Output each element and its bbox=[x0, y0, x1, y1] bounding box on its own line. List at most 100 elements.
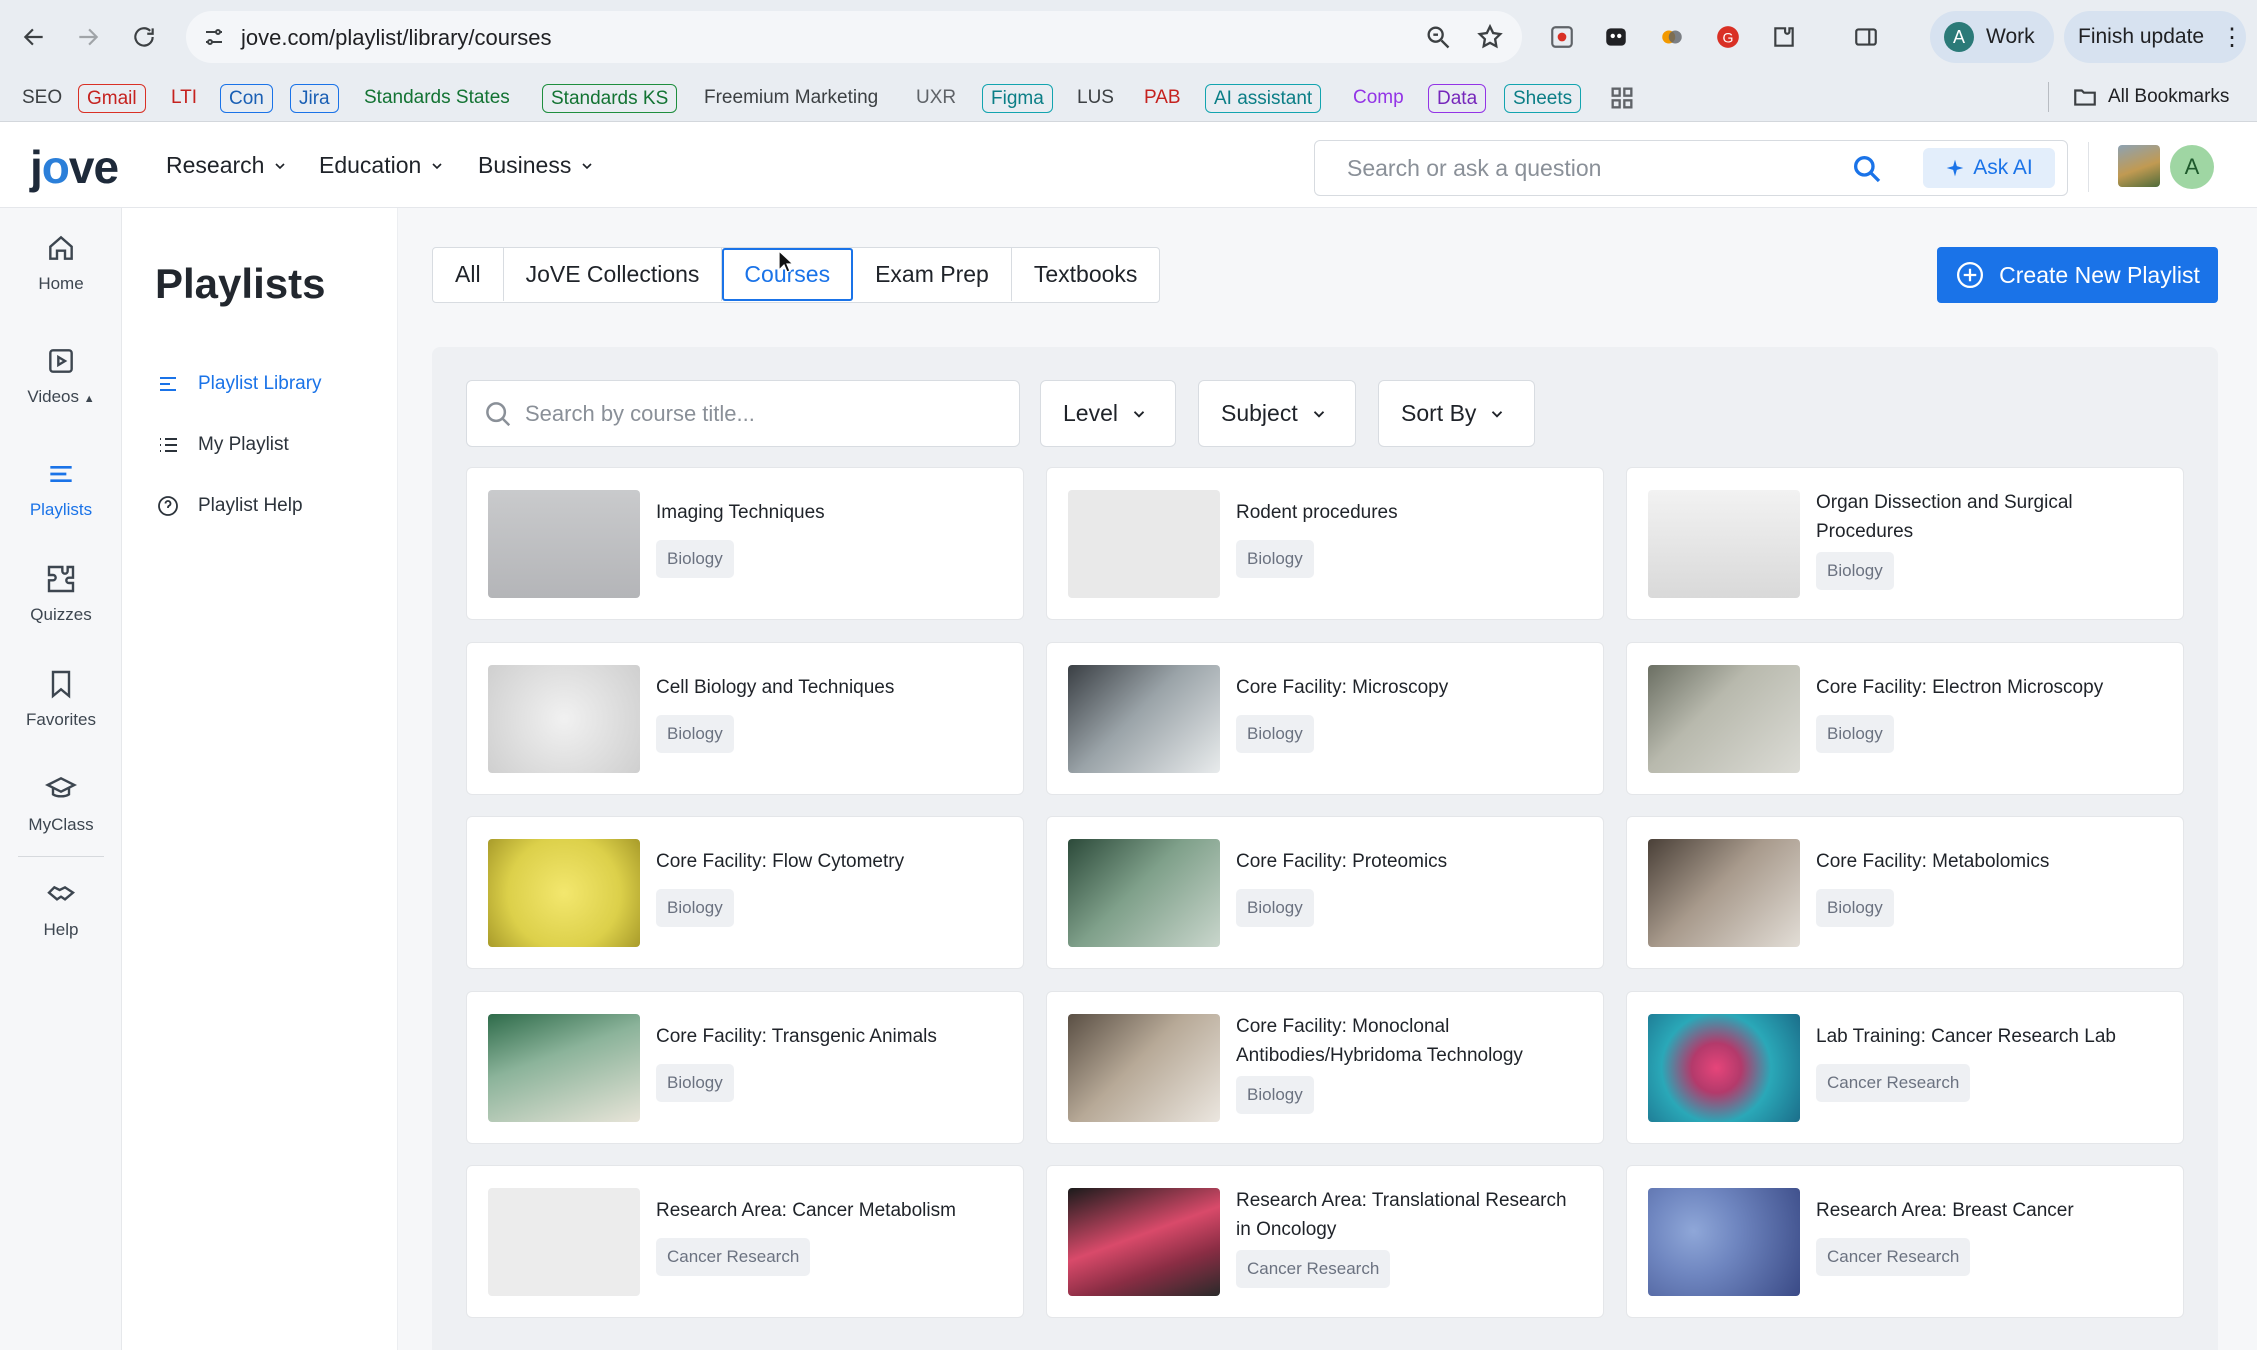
course-card[interactable]: Cell Biology and Techniques Biology bbox=[466, 642, 1024, 795]
course-thumbnail bbox=[1648, 490, 1800, 598]
course-card[interactable]: Core Facility: Microscopy Biology bbox=[1046, 642, 1604, 795]
url-text[interactable]: jove.com/playlist/library/courses bbox=[241, 25, 552, 51]
site-settings-icon[interactable] bbox=[198, 21, 230, 53]
extensions-puzzle-icon[interactable] bbox=[1768, 21, 1800, 53]
course-card[interactable]: Core Facility: Metabolomics Biology bbox=[1626, 816, 2184, 969]
bookmark-standards-ks[interactable]: Standards KS bbox=[542, 84, 678, 113]
rail-item-videos[interactable]: Videos ▲ bbox=[0, 345, 122, 407]
nav-education[interactable]: Education bbox=[319, 152, 445, 179]
course-card[interactable]: Research Area: Breast Cancer Cancer Resea… bbox=[1626, 1165, 2184, 1318]
sidebar-item-my-playlist[interactable]: My Playlist bbox=[156, 433, 289, 457]
star-icon[interactable] bbox=[1476, 23, 1504, 51]
bookmark-jira[interactable]: Jira bbox=[290, 84, 339, 113]
jove-logo[interactable]: jove bbox=[30, 140, 119, 194]
screen-capture-extension-icon[interactable] bbox=[1546, 21, 1578, 53]
course-title[interactable]: Core Facility: Transgenic Animals bbox=[656, 1022, 1006, 1051]
course-title[interactable]: Research Area: Translational Research in… bbox=[1236, 1186, 1586, 1244]
level-dropdown[interactable]: Level bbox=[1040, 380, 1176, 447]
subject-dropdown[interactable]: Subject bbox=[1198, 380, 1356, 447]
course-title[interactable]: Research Area: Breast Cancer bbox=[1816, 1196, 2166, 1225]
course-card[interactable]: Core Facility: Proteomics Biology bbox=[1046, 816, 1604, 969]
tab-exam-prep[interactable]: Exam Prep bbox=[853, 248, 1012, 301]
rail-item-help[interactable]: Help bbox=[0, 878, 122, 940]
course-title[interactable]: Core Facility: Flow Cytometry bbox=[656, 847, 1006, 876]
side-panel-icon[interactable] bbox=[1850, 21, 1882, 53]
course-title[interactable]: Core Facility: Proteomics bbox=[1236, 847, 1586, 876]
search-icon[interactable] bbox=[1851, 153, 1883, 185]
back-arrow-icon[interactable] bbox=[14, 17, 54, 57]
apps-grid-icon[interactable] bbox=[1608, 84, 1636, 112]
course-card[interactable]: Core Facility: Monoclonal Antibodies/Hyb… bbox=[1046, 991, 1604, 1144]
profile-button[interactable]: A Work bbox=[1930, 11, 2054, 63]
course-card[interactable]: Research Area: Translational Research in… bbox=[1046, 1165, 1604, 1318]
ask-ai-button[interactable]: Ask AI bbox=[1923, 148, 2055, 188]
course-title[interactable]: Rodent procedures bbox=[1236, 498, 1586, 527]
bookmark-lti[interactable]: LTI bbox=[163, 84, 205, 113]
course-card[interactable]: Organ Dissection and Surgical Procedures… bbox=[1626, 467, 2184, 620]
institution-thumbnail[interactable] bbox=[2118, 145, 2160, 187]
zoom-icon[interactable] bbox=[1424, 23, 1452, 51]
site-search-input[interactable] bbox=[1347, 153, 1847, 183]
course-card[interactable]: Rodent procedures Biology bbox=[1046, 467, 1604, 620]
nav-business[interactable]: Business bbox=[478, 152, 595, 179]
course-thumbnail bbox=[488, 665, 640, 773]
course-title[interactable]: Core Facility: Microscopy bbox=[1236, 673, 1586, 702]
sidebar-item-playlist-help[interactable]: Playlist Help bbox=[156, 494, 303, 518]
ghost-extension-icon[interactable] bbox=[1600, 21, 1632, 53]
tab-textbooks[interactable]: Textbooks bbox=[1012, 248, 1160, 301]
course-card[interactable]: Research Area: Cancer Metabolism Cancer R… bbox=[466, 1165, 1024, 1318]
course-card[interactable]: Core Facility: Transgenic Animals Biology bbox=[466, 991, 1024, 1144]
bookmark-gmail[interactable]: Gmail bbox=[78, 84, 146, 113]
bookmark-data[interactable]: Data bbox=[1428, 84, 1487, 113]
course-title[interactable]: Research Area: Cancer Metabolism bbox=[656, 1196, 1006, 1225]
rail-item-myclass[interactable]: MyClass bbox=[0, 773, 122, 835]
video-icon bbox=[49, 349, 73, 373]
course-card[interactable]: Core Facility: Electron Microscopy Biolog… bbox=[1626, 642, 2184, 795]
course-title[interactable]: Core Facility: Metabolomics bbox=[1816, 847, 2166, 876]
create-new-playlist-button[interactable]: Create New Playlist bbox=[1937, 247, 2218, 303]
mouse-cursor-icon bbox=[778, 250, 794, 273]
subject-badge: Biology bbox=[1236, 715, 1314, 753]
user-avatar[interactable]: A bbox=[2170, 145, 2214, 189]
bookmark-freemium-marketing[interactable]: Freemium Marketing bbox=[696, 84, 886, 113]
bookmark-con[interactable]: Con bbox=[220, 84, 273, 113]
course-search-input[interactable] bbox=[525, 399, 995, 429]
course-card[interactable]: Core Facility: Flow Cytometry Biology bbox=[466, 816, 1024, 969]
bookmark-figma[interactable]: Figma bbox=[982, 84, 1053, 113]
bookmark-uxr[interactable]: UXR bbox=[908, 84, 964, 113]
all-bookmarks-button[interactable]: All Bookmarks bbox=[2072, 84, 2229, 110]
nav-research[interactable]: Research bbox=[166, 152, 288, 179]
bookmark-sheets[interactable]: Sheets bbox=[1504, 84, 1582, 113]
course-title[interactable]: Organ Dissection and Surgical Procedures bbox=[1816, 488, 2166, 546]
course-card[interactable]: Imaging Techniques Biology bbox=[466, 467, 1024, 620]
course-title[interactable]: Lab Training: Cancer Research Lab bbox=[1816, 1022, 2166, 1051]
rail-item-home[interactable]: Home bbox=[0, 232, 122, 294]
bookmark-lus[interactable]: LUS bbox=[1069, 84, 1122, 113]
course-title[interactable]: Cell Biology and Techniques bbox=[656, 673, 1006, 702]
more-menu-icon[interactable]: ⋮ bbox=[2220, 23, 2244, 52]
sidebar-item-playlist-library[interactable]: Playlist Library bbox=[156, 372, 322, 396]
course-card[interactable]: Lab Training: Cancer Research Lab Cancer … bbox=[1626, 991, 2184, 1144]
color-extension-icon[interactable] bbox=[1656, 21, 1688, 53]
caret-icon: ▲ bbox=[83, 393, 95, 405]
bookmark-standards-states[interactable]: Standards States bbox=[356, 84, 518, 113]
course-title[interactable]: Core Facility: Monoclonal Antibodies/Hyb… bbox=[1236, 1012, 1586, 1070]
rail-item-favorites[interactable]: Favorites bbox=[0, 668, 122, 730]
forward-arrow-icon[interactable] bbox=[68, 17, 108, 57]
tab-all[interactable]: All bbox=[433, 248, 504, 301]
tab-jove-collections[interactable]: JoVE Collections bbox=[504, 248, 723, 301]
bookmark-seo[interactable]: SEO bbox=[14, 84, 70, 113]
grammarly-extension-icon[interactable]: G bbox=[1712, 21, 1744, 53]
address-bar[interactable]: jove.com/playlist/library/courses bbox=[186, 11, 1522, 63]
sort-by-dropdown[interactable]: Sort By bbox=[1378, 380, 1535, 447]
course-title[interactable]: Imaging Techniques bbox=[656, 498, 1006, 527]
rail-item-playlists[interactable]: Playlists bbox=[0, 458, 122, 520]
finish-update-button[interactable]: Finish update ⋮ bbox=[2064, 11, 2246, 63]
bookmark-comp[interactable]: Comp bbox=[1345, 84, 1412, 113]
course-title[interactable]: Core Facility: Electron Microscopy bbox=[1816, 673, 2166, 702]
reload-icon[interactable] bbox=[124, 17, 164, 57]
bookmark-ai-assistant[interactable]: AI assistant bbox=[1205, 84, 1322, 113]
bookmark-pab[interactable]: PAB bbox=[1136, 84, 1189, 113]
rail-item-quizzes[interactable]: Quizzes bbox=[0, 563, 122, 625]
list-icon bbox=[160, 377, 176, 391]
